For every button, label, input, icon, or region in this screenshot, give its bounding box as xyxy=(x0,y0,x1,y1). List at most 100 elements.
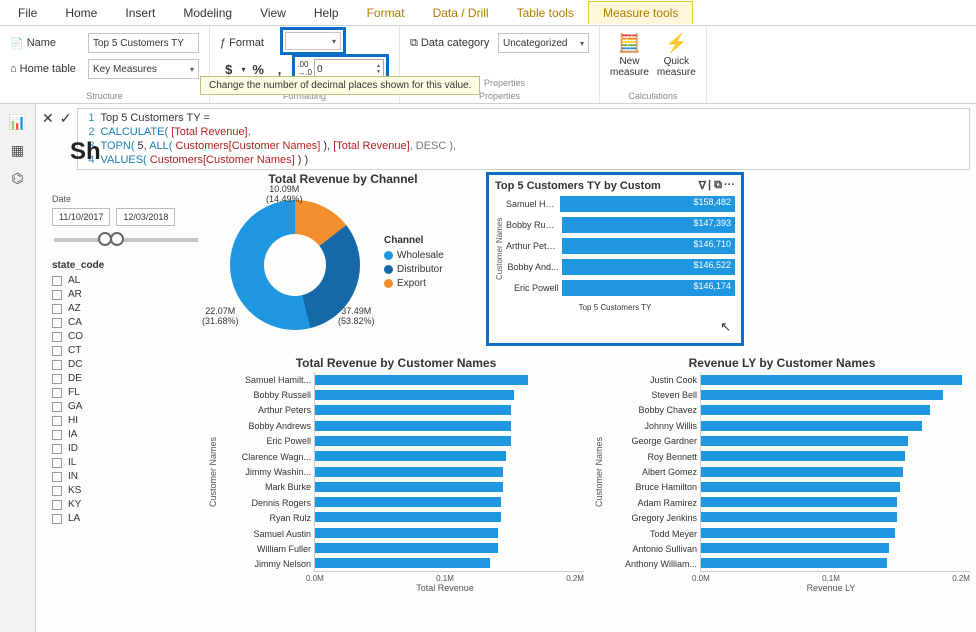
x-axis-label: Revenue LY xyxy=(692,583,970,593)
home-table-label: ⌂ Home table xyxy=(10,63,84,75)
date-from-input[interactable]: 11/10/2017 xyxy=(52,208,110,226)
state-option-ia[interactable]: IA xyxy=(52,429,200,440)
menu-data-drill[interactable]: Data / Drill xyxy=(419,2,503,24)
checkbox-icon xyxy=(52,402,62,412)
legend-item: Distributor xyxy=(384,264,444,275)
cancel-formula-icon[interactable]: ✕ xyxy=(42,110,54,127)
decimal-places-icon: .00 →.0 xyxy=(297,61,312,77)
revenue-ly-barchart[interactable]: Revenue LY by Customer NamesCustomer Nam… xyxy=(594,356,970,593)
checkbox-icon xyxy=(52,416,62,426)
state-option-ct[interactable]: CT xyxy=(52,345,200,356)
bar-plot-area xyxy=(700,372,970,572)
checkbox-icon xyxy=(52,458,62,468)
menu-view[interactable]: View xyxy=(246,2,300,24)
state-slicer-list: AL AR AZ CA CO CT DC DE FL GA HI IA ID IL IN KS KY LA xyxy=(52,275,200,524)
data-category-dropdown[interactable]: Uncategorized▾ xyxy=(498,33,589,53)
name-label: 📄 Name xyxy=(10,37,84,50)
checkbox-icon xyxy=(52,500,62,510)
cursor-arrow-icon: ↖ xyxy=(720,319,731,335)
state-option-az[interactable]: AZ xyxy=(52,303,200,314)
donut-legend: Channel WholesaleDistributorExport xyxy=(384,235,444,292)
state-option-ky[interactable]: KY xyxy=(52,499,200,510)
top5-bars: Samuel Ha...$158,482Bobby Russ...$147,39… xyxy=(506,196,735,301)
menu-table-tools[interactable]: Table tools xyxy=(503,2,588,24)
report-view-icon[interactable]: 📊 xyxy=(0,108,35,136)
state-option-de[interactable]: DE xyxy=(52,373,200,384)
ribbon: 📄 Name Top 5 Customers TY ⌂ Home table K… xyxy=(0,26,976,104)
state-option-ca[interactable]: CA xyxy=(52,317,200,328)
date-to-input[interactable]: 12/03/2018 xyxy=(116,208,175,226)
barchart-title: Total Revenue by Customer Names xyxy=(208,356,584,370)
new-measure-button[interactable]: 🧮 Newmeasure xyxy=(610,32,649,78)
state-option-ga[interactable]: GA xyxy=(52,401,200,412)
date-slicer-label: Date xyxy=(52,194,200,204)
filter-icon[interactable]: ∇ xyxy=(699,179,706,192)
state-option-hi[interactable]: HI xyxy=(52,415,200,426)
checkbox-icon xyxy=(52,276,62,286)
top5-title-text: Top 5 Customers TY by Custom xyxy=(495,180,661,192)
format-label: ƒ Format xyxy=(220,37,276,49)
focus-mode-icon[interactable]: | ⧉ xyxy=(708,179,722,192)
legend-title: Channel xyxy=(384,235,444,246)
checkbox-icon xyxy=(52,514,62,524)
state-option-in[interactable]: IN xyxy=(52,471,200,482)
bar-plot-area xyxy=(314,372,584,572)
chevron-down-icon[interactable]: ▾ xyxy=(241,65,245,74)
state-option-il[interactable]: IL xyxy=(52,457,200,468)
measure-name-input[interactable]: Top 5 Customers TY xyxy=(88,33,199,53)
checkbox-icon xyxy=(52,318,62,328)
home-table-dropdown[interactable]: Key Measures▾ xyxy=(88,59,199,79)
menu-format[interactable]: Format xyxy=(353,2,419,24)
model-view-icon[interactable]: ⌬ xyxy=(0,164,35,192)
state-option-fl[interactable]: FL xyxy=(52,387,200,398)
state-slicer-label: state_code xyxy=(52,260,200,271)
ribbon-group-calculations: 🧮 Newmeasure ⚡ Quickmeasure Calculations xyxy=(600,26,707,103)
commit-formula-icon[interactable]: ✓ xyxy=(60,110,72,127)
chevron-down-icon: ▾ xyxy=(190,65,194,74)
format-dropdown-highlighted[interactable]: ▾ xyxy=(280,27,346,55)
state-option-al[interactable]: AL xyxy=(52,275,200,286)
state-option-id[interactable]: ID xyxy=(52,443,200,454)
state-option-co[interactable]: CO xyxy=(52,331,200,342)
top5-row: Bobby And...$146,522 xyxy=(506,259,735,275)
group-footer: Calculations xyxy=(610,91,696,101)
report-canvas: ✕ ✓ 1Top 5 Customers TY =2CALCULATE( [To… xyxy=(36,104,976,632)
menu-insert[interactable]: Insert xyxy=(111,2,169,24)
revenue-ty-barchart[interactable]: Total Revenue by Customer NamesCustomer … xyxy=(208,356,584,593)
checkbox-icon xyxy=(52,486,62,496)
formula-editor[interactable]: 1Top 5 Customers TY =2CALCULATE( [Total … xyxy=(77,108,970,170)
donut-visual[interactable]: Total Revenue by Channel 10.09M(14.49%) … xyxy=(208,172,478,346)
top5-row: Bobby Russ...$147,393 xyxy=(506,217,735,233)
menu-file[interactable]: File xyxy=(4,2,51,24)
x-axis-ticks: 0.0M0.1M0.2M xyxy=(306,574,584,583)
menu-home[interactable]: Home xyxy=(51,2,111,24)
checkbox-icon xyxy=(52,360,62,370)
properties-footer-overflow: Properties xyxy=(484,78,525,88)
y-axis-label: Customer Names xyxy=(594,372,604,572)
bar-category-labels: Justin CookSteven BellBobby ChavezJohnny… xyxy=(606,372,700,572)
checkbox-icon xyxy=(52,430,62,440)
state-option-dc[interactable]: DC xyxy=(52,359,200,370)
checkbox-icon xyxy=(52,388,62,398)
state-option-ar[interactable]: AR xyxy=(52,289,200,300)
menu-help[interactable]: Help xyxy=(300,2,353,24)
date-slider[interactable] xyxy=(54,238,198,242)
calculator-icon: 🧮 xyxy=(618,32,640,54)
spinner-arrows-icon[interactable]: ▲▼ xyxy=(376,63,381,75)
top5-x-axis-label: Top 5 Customers TY xyxy=(495,303,735,312)
quick-measure-button[interactable]: ⚡ Quickmeasure xyxy=(657,32,696,78)
bar-category-labels: Samuel Hamilt...Bobby RussellArthur Pete… xyxy=(220,372,314,572)
menu-modeling[interactable]: Modeling xyxy=(169,2,246,24)
donut-segment-label: 22.07M(31.68%) xyxy=(202,306,239,326)
menubar: FileHomeInsertModelingViewHelpFormatData… xyxy=(0,0,976,26)
truncated-title: Sh xyxy=(70,138,101,166)
checkbox-icon xyxy=(52,346,62,356)
slider-handle-to[interactable] xyxy=(110,232,124,246)
top5-visual-selected[interactable]: Top 5 Customers TY by Custom ∇ | ⧉ ··· C… xyxy=(486,172,744,346)
menu-measure-tools[interactable]: Measure tools xyxy=(588,1,693,24)
state-option-ks[interactable]: KS xyxy=(52,485,200,496)
ribbon-group-structure: 📄 Name Top 5 Customers TY ⌂ Home table K… xyxy=(0,26,210,103)
more-options-icon[interactable]: ··· xyxy=(724,179,735,192)
state-option-la[interactable]: LA xyxy=(52,513,200,524)
data-view-icon[interactable]: ▦ xyxy=(0,136,35,164)
